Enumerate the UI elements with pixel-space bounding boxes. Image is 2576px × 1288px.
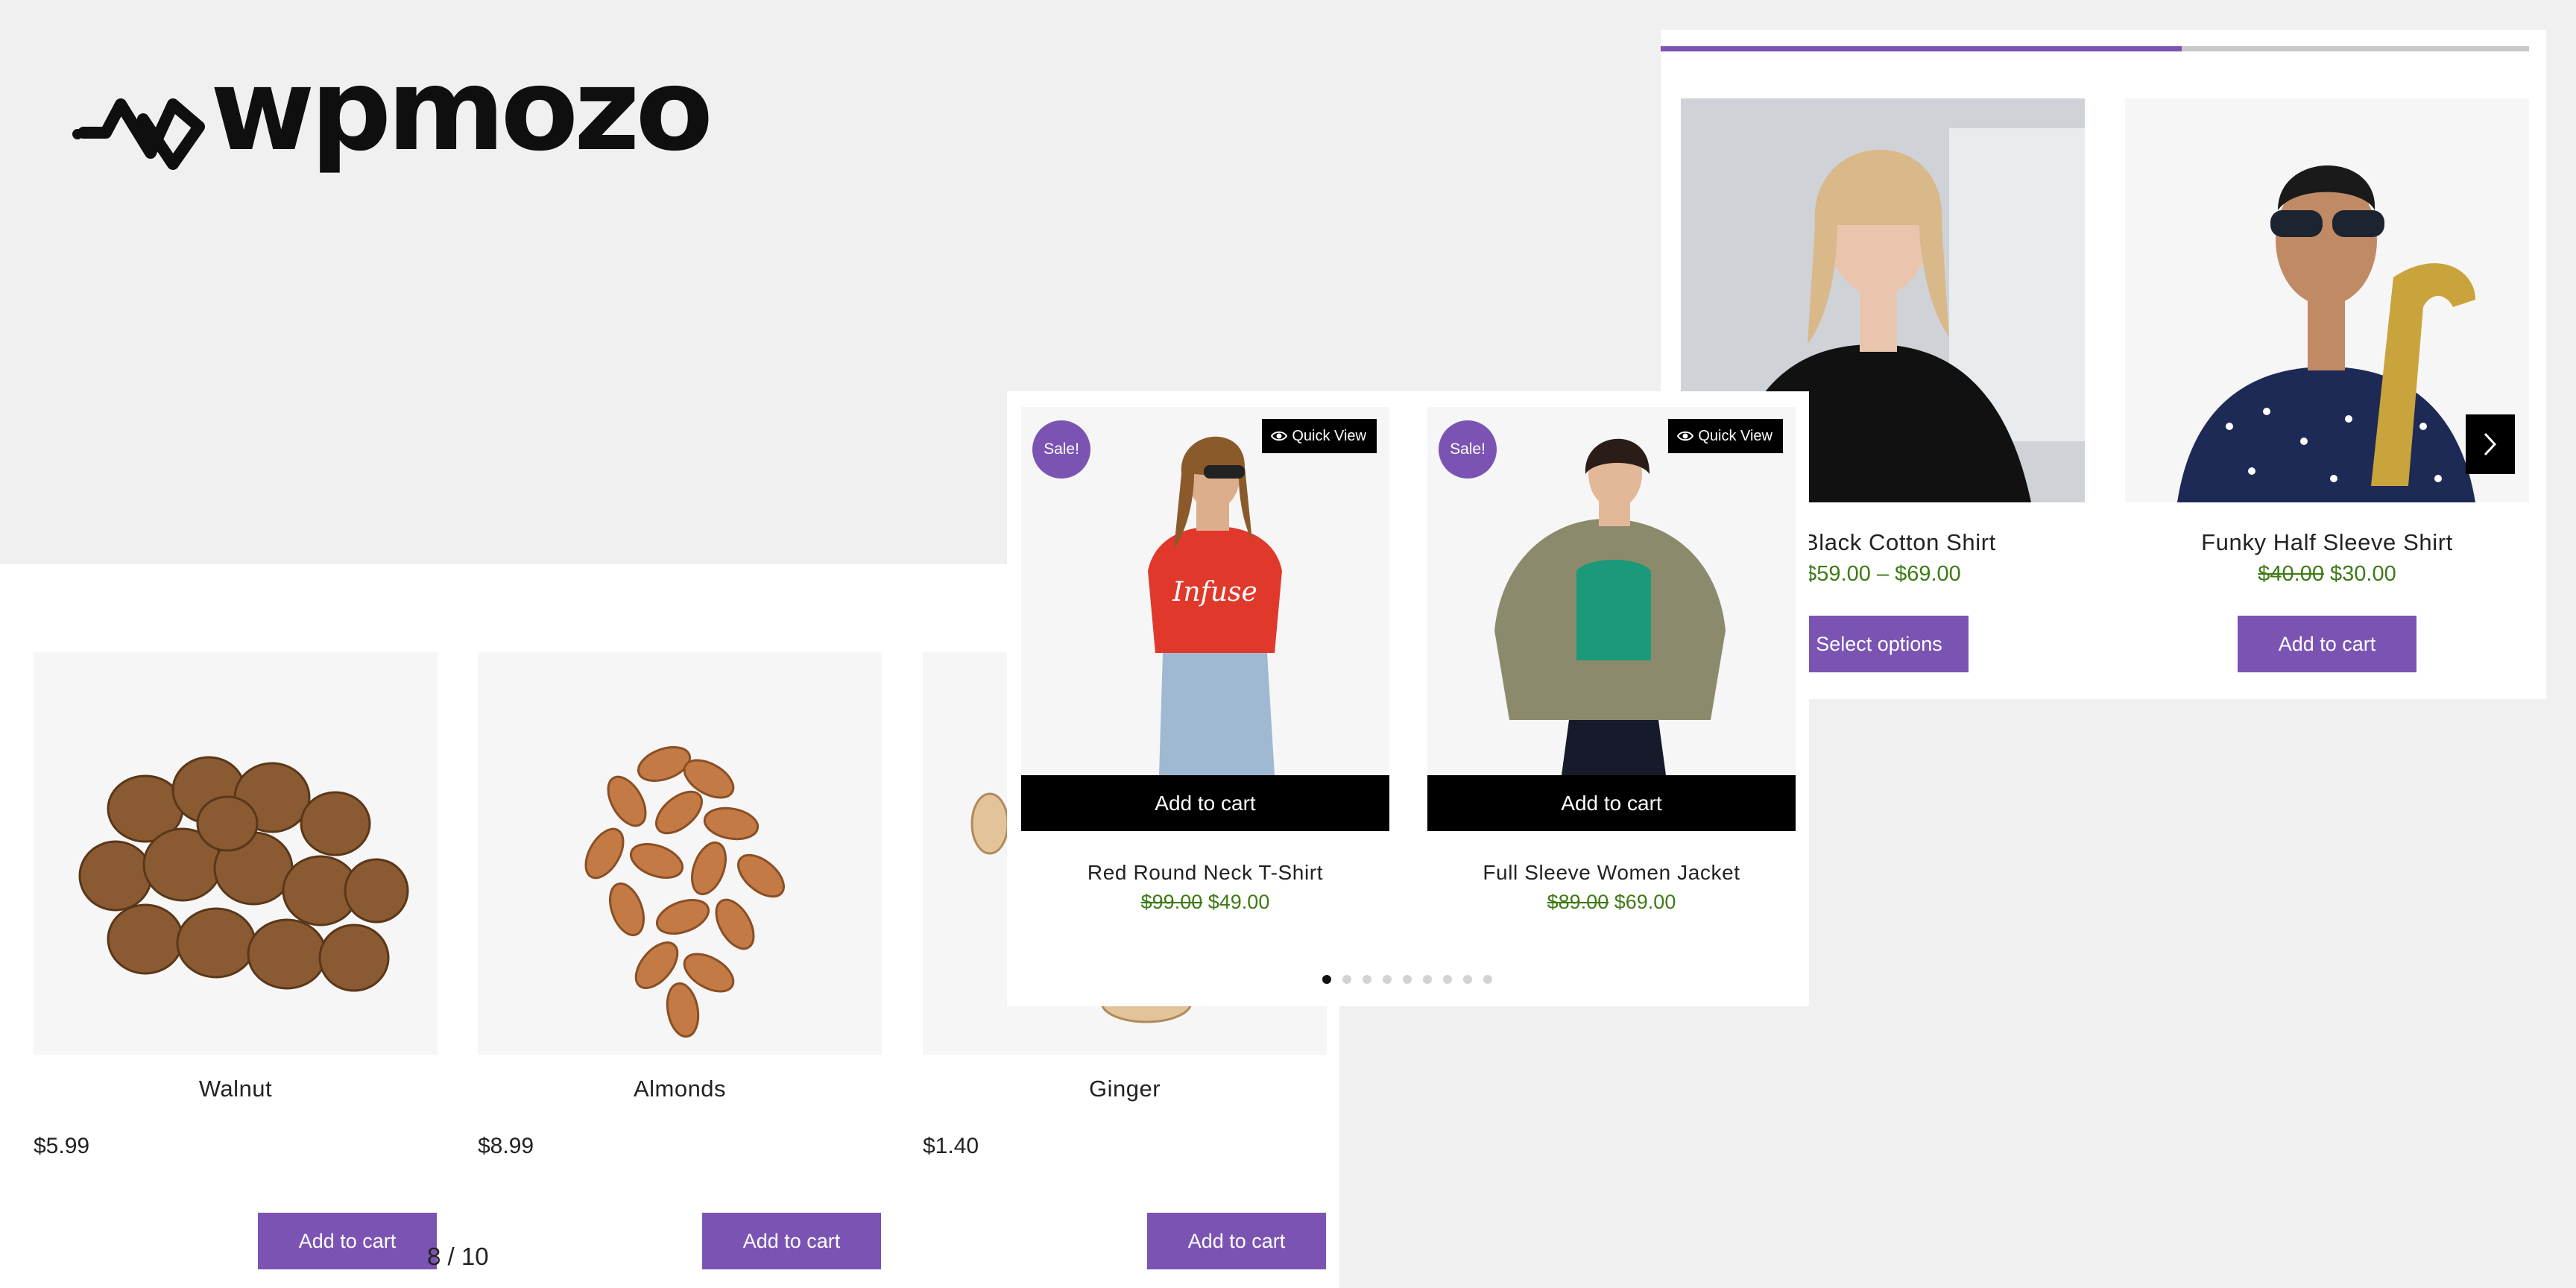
slider-pagination-dots [1322, 975, 1492, 984]
quick-view-button[interactable]: Quick View [1668, 419, 1783, 453]
eye-icon [1677, 431, 1694, 441]
pagination-dot[interactable] [1322, 975, 1331, 984]
quick-view-button[interactable]: Quick View [1262, 419, 1377, 453]
pagination-dot[interactable] [1342, 975, 1351, 984]
walnut-image[interactable] [34, 652, 438, 1055]
slide-counter: 8 / 10 [427, 1243, 489, 1270]
product-title[interactable]: Walnut [34, 1076, 438, 1102]
woman-red-tshirt-image[interactable]: Infuse Sale! Quick View [1021, 407, 1389, 775]
pagination-dot[interactable] [1463, 975, 1472, 984]
product-title[interactable]: Ginger [923, 1076, 1327, 1102]
product-price: $1.40 [923, 1134, 979, 1158]
product-price: $40.00 $30.00 [2258, 562, 2396, 586]
woman-jacket-image[interactable]: Sale! Quick View [1427, 407, 1796, 775]
pagination-dot[interactable] [1363, 975, 1371, 984]
product-title[interactable]: Full Sleeve Women Jacket [1427, 861, 1796, 885]
product-title[interactable]: Almonds [478, 1076, 882, 1102]
featured-slider-panel: Infuse Sale! Quick View Add to cart Red … [1007, 391, 1809, 1006]
wpmozo-mark-icon [72, 98, 205, 170]
select-options-button[interactable]: Select options [1790, 616, 1969, 672]
logo-text: wpmozo [210, 44, 713, 176]
pagination-dot[interactable] [1443, 975, 1452, 984]
eye-icon [1271, 431, 1288, 441]
product-price: $8.99 [478, 1134, 534, 1158]
product-price: $5.99 [34, 1134, 90, 1158]
pagination-dot[interactable] [1483, 975, 1492, 984]
product-title[interactable]: Funky Half Sleeve Shirt [2125, 529, 2529, 556]
product-title[interactable]: Red Round Neck T-Shirt [1021, 861, 1389, 885]
add-to-cart-button[interactable]: Add to cart [1021, 775, 1389, 831]
product-price: $99.00 $49.00 [1140, 891, 1270, 913]
add-to-cart-button[interactable]: Add to cart [702, 1213, 881, 1269]
chevron-right-icon [2484, 432, 2497, 456]
pagination-dot[interactable] [1403, 975, 1412, 984]
pagination-dot[interactable] [1383, 975, 1392, 984]
sale-badge: Sale! [1032, 420, 1090, 479]
add-to-cart-button[interactable]: Add to cart [2238, 616, 2416, 672]
svg-text:Infuse: Infuse [1172, 577, 1257, 607]
add-to-cart-button[interactable]: Add to cart [258, 1213, 437, 1269]
slider-progress-bar [1661, 46, 2529, 51]
add-to-cart-button[interactable]: Add to cart [1427, 775, 1796, 831]
pagination-dot[interactable] [1423, 975, 1432, 984]
almonds-image[interactable] [478, 652, 882, 1055]
sale-badge: Sale! [1439, 420, 1497, 479]
brand-logo: wpmozo [69, 54, 713, 179]
next-slide-button[interactable] [2466, 414, 2515, 474]
add-to-cart-button[interactable]: Add to cart [1147, 1213, 1326, 1269]
slider-progress-fill [1661, 46, 2182, 51]
product-price: $89.00 $69.00 [1547, 891, 1676, 913]
